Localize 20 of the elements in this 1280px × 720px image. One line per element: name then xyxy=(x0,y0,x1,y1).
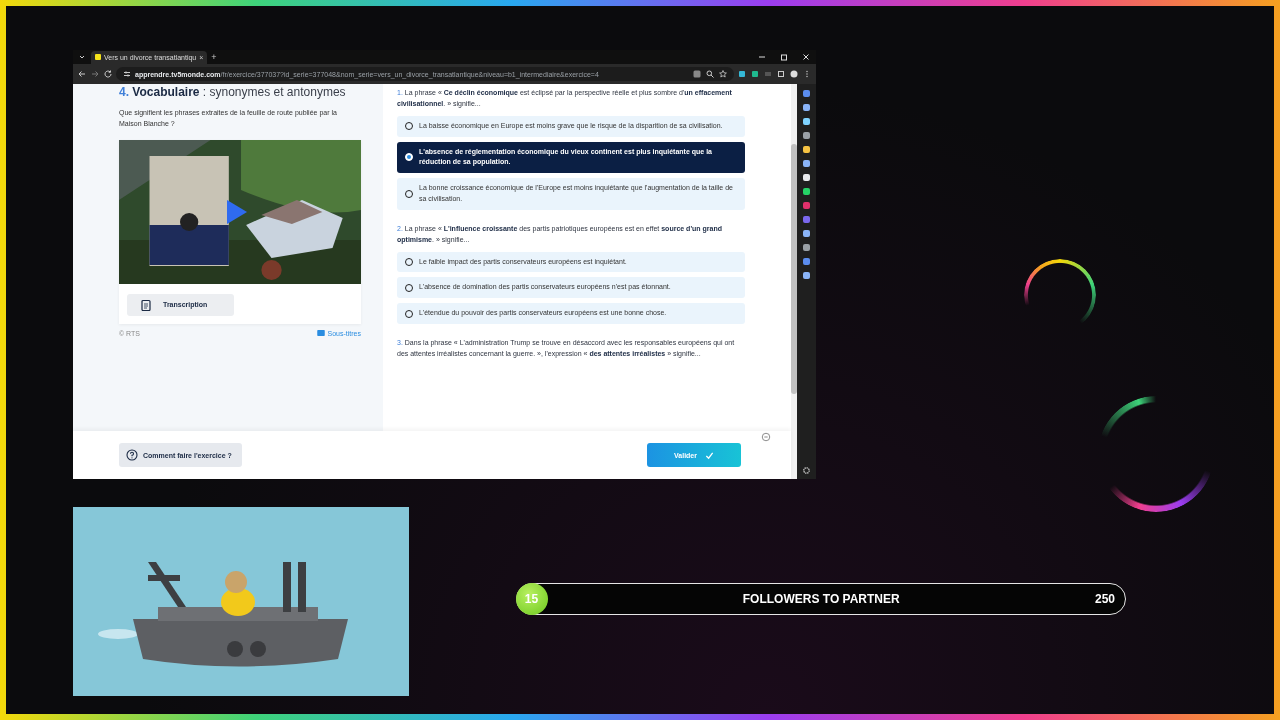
avatar-icon[interactable] xyxy=(789,69,799,79)
exercise-heading: 4. Vocabulaire : synonymes et antonymes xyxy=(119,86,347,100)
settings-icon[interactable] xyxy=(802,466,811,475)
site-icon xyxy=(95,54,101,60)
new-tab-button[interactable]: + xyxy=(211,52,217,62)
star-icon[interactable] xyxy=(718,69,728,79)
follower-count: 15 xyxy=(515,583,548,615)
reload-icon[interactable] xyxy=(103,69,113,79)
goal-label: FOLLOWERS TO PARTNER xyxy=(741,592,901,606)
clipboard-icon xyxy=(141,298,151,311)
check-icon xyxy=(705,450,714,460)
site-settings-icon xyxy=(122,69,132,79)
scrollbar[interactable] xyxy=(791,84,797,479)
goal-number: 250 xyxy=(1094,592,1115,606)
close-icon[interactable] xyxy=(800,52,812,62)
subtitles-icon xyxy=(316,330,325,337)
restore-icon[interactable] xyxy=(778,52,790,62)
back-icon[interactable] xyxy=(77,69,87,79)
question-icon xyxy=(126,449,138,461)
zoom-icon[interactable] xyxy=(705,69,715,79)
